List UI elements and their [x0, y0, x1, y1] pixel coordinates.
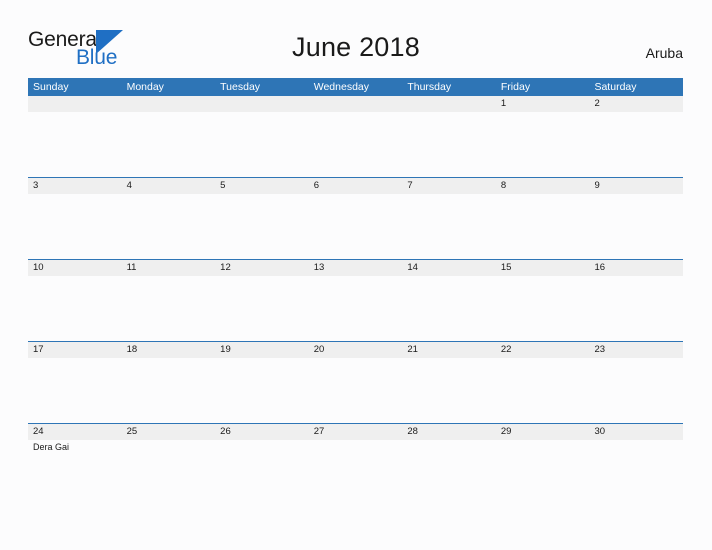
day-number[interactable]: 19 — [215, 342, 309, 358]
day-number[interactable] — [402, 96, 496, 112]
day-number[interactable]: 29 — [496, 424, 590, 440]
day-cell[interactable] — [215, 276, 309, 341]
day-number[interactable]: 5 — [215, 178, 309, 194]
day-number[interactable]: 20 — [309, 342, 403, 358]
weekday-header-sunday: Sunday — [33, 81, 69, 93]
day-number[interactable]: 14 — [402, 260, 496, 276]
day-number[interactable]: 26 — [215, 424, 309, 440]
weekday-header-tuesday: Tuesday — [220, 81, 261, 93]
day-number[interactable]: 7 — [402, 178, 496, 194]
day-cell[interactable] — [28, 358, 122, 423]
day-number[interactable]: 4 — [122, 178, 216, 194]
page-header: General Blue June 2018 Aruba — [0, 0, 712, 78]
day-cell[interactable] — [309, 276, 403, 341]
day-cell[interactable] — [215, 112, 309, 177]
week-date-band: 24 25 26 27 28 29 30 — [28, 423, 683, 440]
day-number[interactable]: 23 — [589, 342, 683, 358]
weekday-header-wednesday: Wednesday — [313, 81, 369, 93]
day-number[interactable]: 27 — [309, 424, 403, 440]
day-cell[interactable] — [402, 112, 496, 177]
day-cell[interactable] — [589, 440, 683, 505]
day-number[interactable]: 10 — [28, 260, 122, 276]
calendar-week-row: 1 2 — [28, 96, 683, 177]
day-cell[interactable] — [402, 194, 496, 259]
weekday-header-monday: Monday — [126, 81, 164, 93]
day-cell[interactable] — [402, 358, 496, 423]
week-event-band — [28, 194, 683, 259]
week-event-band — [28, 112, 683, 177]
day-number[interactable] — [122, 96, 216, 112]
week-date-band: 3 4 5 6 7 8 9 — [28, 177, 683, 194]
week-date-band: 17 18 19 20 21 22 23 — [28, 341, 683, 358]
week-date-band: 10 11 12 13 14 15 16 — [28, 259, 683, 276]
day-cell[interactable] — [402, 276, 496, 341]
day-number[interactable]: 6 — [309, 178, 403, 194]
calendar-week-row: 3 4 5 6 7 8 9 — [28, 177, 683, 259]
day-cell[interactable] — [496, 112, 590, 177]
week-event-band — [28, 276, 683, 341]
day-number[interactable]: 25 — [122, 424, 216, 440]
day-cell[interactable] — [122, 194, 216, 259]
day-cell[interactable] — [122, 358, 216, 423]
calendar-week-row: 24 25 26 27 28 29 30 Dera Gai — [28, 423, 683, 505]
day-number[interactable]: 24 — [28, 424, 122, 440]
day-number[interactable]: 28 — [402, 424, 496, 440]
week-date-band: 1 2 — [28, 96, 683, 112]
calendar-week-row: 10 11 12 13 14 15 16 — [28, 259, 683, 341]
day-cell[interactable] — [215, 358, 309, 423]
day-number[interactable]: 8 — [496, 178, 590, 194]
day-cell[interactable] — [28, 112, 122, 177]
weekday-header-saturday: Saturday — [594, 81, 637, 93]
day-number[interactable]: 22 — [496, 342, 590, 358]
day-number[interactable]: 15 — [496, 260, 590, 276]
day-number[interactable]: 12 — [215, 260, 309, 276]
day-cell[interactable] — [28, 276, 122, 341]
weekday-header-friday: Friday — [500, 81, 531, 93]
day-cell[interactable] — [589, 112, 683, 177]
day-number[interactable]: 30 — [589, 424, 683, 440]
day-number[interactable]: 2 — [589, 96, 683, 112]
calendar-week-row: 17 18 19 20 21 22 23 — [28, 341, 683, 423]
weekday-header-thursday: Thursday — [407, 81, 452, 93]
day-number[interactable]: 17 — [28, 342, 122, 358]
day-number[interactable]: 11 — [122, 260, 216, 276]
day-number[interactable]: 21 — [402, 342, 496, 358]
day-cell[interactable] — [309, 358, 403, 423]
day-cell[interactable] — [496, 440, 590, 505]
day-number[interactable] — [309, 96, 403, 112]
day-cell[interactable] — [122, 276, 216, 341]
day-number[interactable]: 9 — [589, 178, 683, 194]
week-event-band: Dera Gai — [28, 440, 683, 505]
country-label: Aruba — [645, 45, 683, 61]
event-label: Dera Gai — [33, 442, 70, 452]
day-cell[interactable] — [309, 112, 403, 177]
day-cell[interactable] — [28, 194, 122, 259]
day-number[interactable] — [28, 96, 122, 112]
day-cell[interactable] — [122, 440, 216, 505]
day-cell[interactable] — [122, 112, 216, 177]
week-event-band — [28, 358, 683, 423]
day-cell[interactable] — [309, 440, 403, 505]
day-number[interactable]: 18 — [122, 342, 216, 358]
day-cell[interactable] — [215, 194, 309, 259]
day-cell[interactable]: Dera Gai — [28, 440, 122, 505]
day-cell[interactable] — [215, 440, 309, 505]
day-number[interactable]: 3 — [28, 178, 122, 194]
calendar-grid: Sunday Monday Tuesday Wednesday Thursday… — [28, 78, 683, 505]
day-number[interactable]: 13 — [309, 260, 403, 276]
page-title: June 2018 — [292, 32, 420, 62]
day-number[interactable]: 1 — [496, 96, 590, 112]
day-number[interactable] — [215, 96, 309, 112]
day-cell[interactable] — [589, 194, 683, 259]
day-cell[interactable] — [309, 194, 403, 259]
day-number[interactable]: 16 — [589, 260, 683, 276]
day-cell[interactable] — [589, 358, 683, 423]
weekday-header-row: Sunday Monday Tuesday Wednesday Thursday… — [28, 78, 683, 96]
day-cell[interactable] — [496, 276, 590, 341]
day-cell[interactable] — [496, 358, 590, 423]
day-cell[interactable] — [402, 440, 496, 505]
day-cell[interactable] — [496, 194, 590, 259]
day-cell[interactable] — [589, 276, 683, 341]
